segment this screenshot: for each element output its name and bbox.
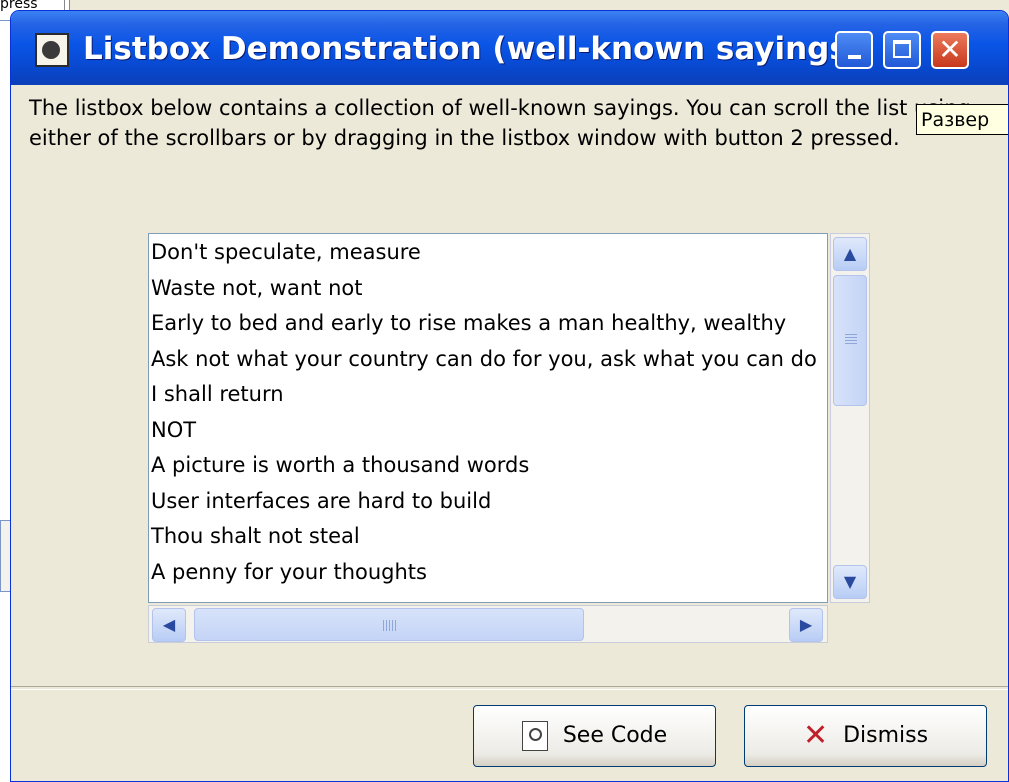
grip-icon (383, 620, 397, 631)
minimize-button[interactable] (835, 31, 873, 69)
vertical-scrollbar[interactable]: ▲ ▼ (830, 233, 870, 603)
horizontal-scrollbar[interactable]: ◀ ▶ (148, 605, 828, 643)
minimize-icon (848, 55, 861, 59)
scroll-right-button[interactable]: ▶ (789, 608, 823, 642)
window-content: The listbox below contains a collection … (11, 85, 1008, 781)
separator (11, 686, 1008, 690)
scroll-up-button[interactable]: ▲ (833, 237, 867, 271)
list-item[interactable]: User interfaces are hard to build (149, 483, 827, 519)
maximize-button[interactable] (883, 31, 921, 69)
close-button[interactable]: ✕ (931, 31, 969, 69)
list-item[interactable]: A penny for your thoughts (149, 554, 827, 590)
list-item[interactable]: Ask not what your country can do for you… (149, 341, 827, 377)
x-icon: ✕ (802, 718, 829, 753)
scroll-down-button[interactable]: ▼ (833, 565, 867, 599)
chevron-up-icon: ▲ (843, 244, 857, 263)
list-item[interactable]: I shall return (149, 376, 827, 412)
close-icon: ✕ (938, 33, 962, 66)
magnifier-document-icon (521, 721, 548, 751)
window-title: Listbox Demonstration (well-known saying… (83, 31, 862, 67)
feather-icon[interactable] (35, 33, 69, 67)
list-item[interactable]: Don't speculate, measure (149, 234, 827, 270)
maximize-icon (893, 40, 911, 58)
listbox-demo-window: Listbox Demonstration (well-known saying… (10, 10, 1009, 782)
horizontal-scroll-thumb[interactable] (194, 608, 584, 641)
see-code-button[interactable]: See Code (473, 705, 716, 767)
dismiss-label: Dismiss (843, 723, 929, 748)
list-item[interactable]: Thou shalt not steal (149, 518, 827, 554)
chevron-right-icon: ▶ (799, 615, 813, 634)
grip-icon (845, 334, 857, 346)
list-item[interactable]: Waste not, want not (149, 270, 827, 306)
see-code-label: See Code (562, 723, 668, 748)
list-item[interactable]: A picture is worth a thousand words (149, 447, 827, 483)
description-text: The listbox below contains a collection … (29, 96, 971, 150)
chevron-down-icon: ▼ (843, 572, 857, 591)
list-item[interactable]: Early to bed and early to rise makes a m… (149, 305, 827, 341)
dismiss-button[interactable]: ✕ Dismiss (744, 705, 987, 767)
sayings-listbox[interactable]: Don't speculate, measure Waste not, want … (148, 233, 828, 603)
title-bar[interactable]: Listbox Demonstration (well-known saying… (11, 11, 1008, 85)
tooltip: Развер (916, 104, 1008, 135)
list-item[interactable]: NOT (149, 412, 827, 448)
scroll-left-button[interactable]: ◀ (152, 608, 186, 642)
chevron-left-icon: ◀ (162, 615, 176, 634)
vertical-scroll-thumb[interactable] (833, 275, 867, 406)
